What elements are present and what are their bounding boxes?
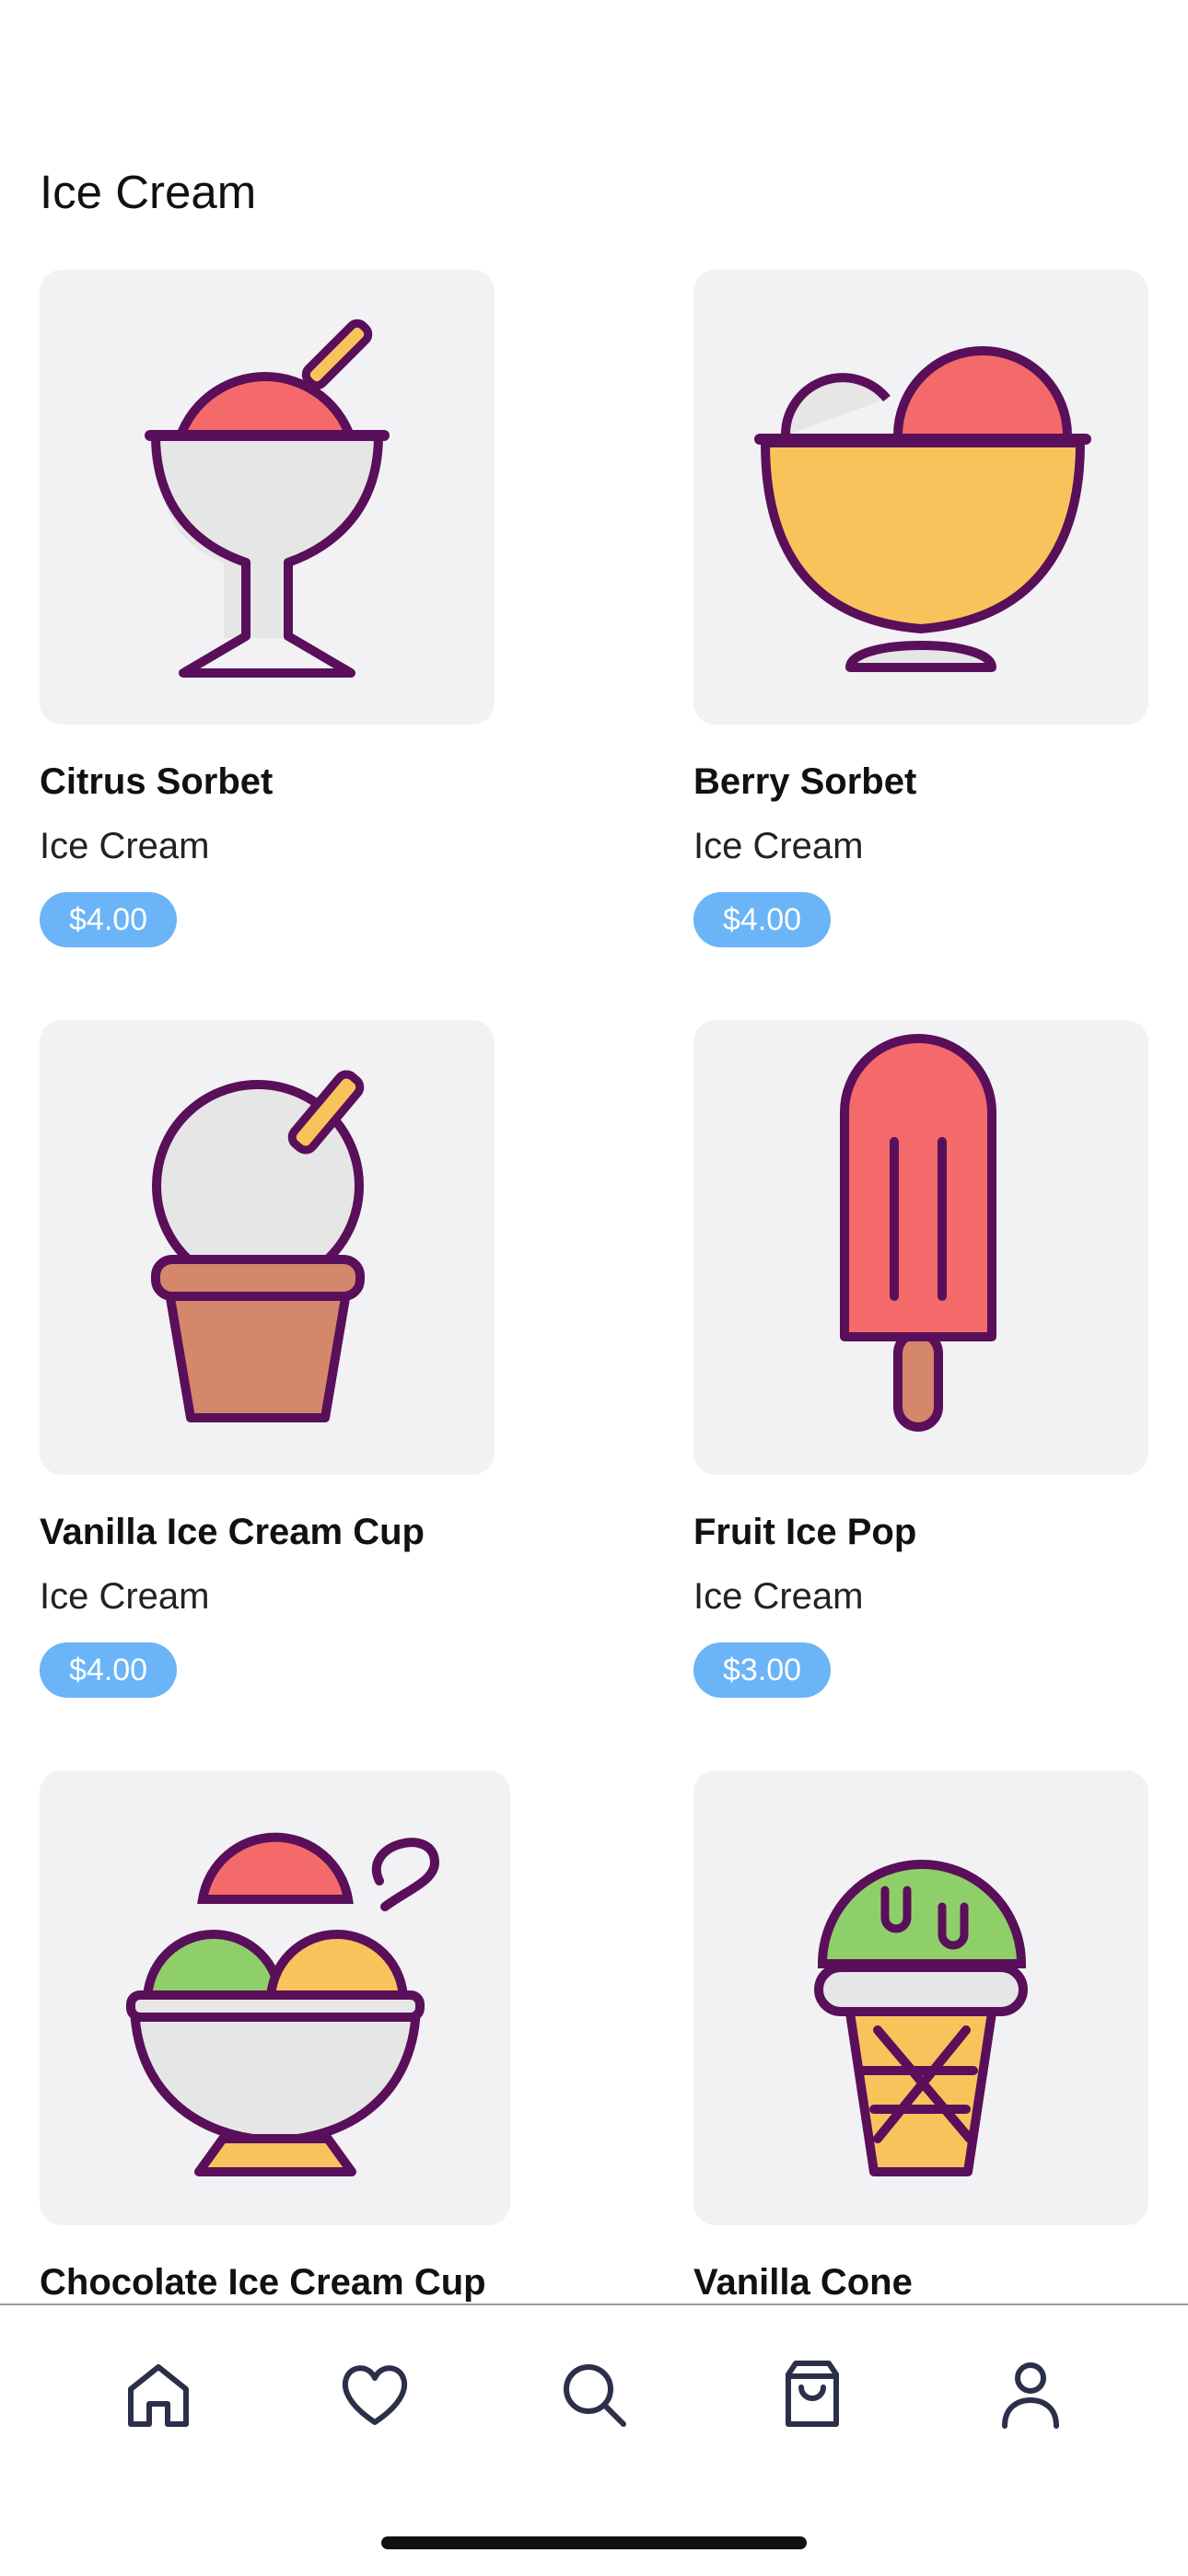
- product-category: Ice Cream: [40, 826, 210, 866]
- product-image[interactable]: [693, 1770, 1148, 2225]
- home-icon: [128, 2364, 189, 2427]
- sorbet-glass-icon: [145, 319, 390, 678]
- tab-favorites[interactable]: [333, 2353, 416, 2436]
- product-category: Ice Cream: [693, 826, 864, 866]
- ice-cream-bowl-icon: [125, 1832, 439, 2176]
- product-image[interactable]: [40, 270, 495, 725]
- product-category: Ice Cream: [693, 1576, 864, 1617]
- product-name: Fruit Ice Pop: [693, 1512, 917, 1552]
- product-name: Citrus Sorbet: [40, 761, 274, 802]
- product-name: Berry Sorbet: [693, 761, 917, 802]
- ice-pop-icon: [840, 1034, 996, 1432]
- tab-profile[interactable]: [989, 2353, 1072, 2436]
- product-card-vanilla-cone[interactable]: Vanilla Cone: [693, 1770, 1148, 2302]
- tab-home[interactable]: [117, 2353, 200, 2436]
- product-name: Chocolate Ice Cream Cup: [40, 2262, 486, 2302]
- ice-cream-cup-icon: [151, 1070, 365, 1422]
- product-image[interactable]: [40, 1770, 510, 2225]
- heart-icon: [342, 2365, 408, 2425]
- shopping-bag-icon: [786, 2361, 839, 2427]
- sorbet-bowl-icon: [754, 346, 1091, 672]
- price-badge: $4.00: [40, 892, 178, 947]
- tab-cart[interactable]: [771, 2353, 854, 2436]
- product-name: Vanilla Cone: [693, 2262, 913, 2302]
- product-name: Vanilla Ice Cream Cup: [40, 1512, 425, 1552]
- profile-icon: [1002, 2362, 1059, 2429]
- product-image[interactable]: [693, 1020, 1148, 1475]
- ice-cream-cone-icon: [814, 1860, 1028, 2176]
- product-card-chocolate-ice-cream-cup[interactable]: Chocolate Ice Cream Cup: [40, 1770, 510, 2302]
- product-image[interactable]: [693, 270, 1148, 725]
- product-image[interactable]: [40, 1020, 495, 1475]
- product-grid: Citrus Sorbet Ice Cream $4.00 Berry Sorb…: [0, 0, 1188, 2302]
- product-card-berry-sorbet[interactable]: Berry Sorbet Ice Cream $4.00: [693, 270, 1148, 947]
- product-card-citrus-sorbet[interactable]: Citrus Sorbet Ice Cream $4.00: [40, 270, 495, 947]
- price-badge: $3.00: [693, 1642, 832, 1698]
- product-card-fruit-ice-pop[interactable]: Fruit Ice Pop Ice Cream $3.00: [693, 1020, 1148, 1698]
- home-indicator[interactable]: [381, 2536, 807, 2549]
- product-card-vanilla-ice-cream-cup[interactable]: Vanilla Ice Cream Cup Ice Cream $4.00: [40, 1020, 495, 1698]
- product-category: Ice Cream: [40, 1576, 210, 1617]
- price-badge: $4.00: [693, 892, 832, 947]
- tab-bar: [0, 2303, 1188, 2576]
- search-icon: [564, 2364, 626, 2427]
- tab-search[interactable]: [553, 2353, 635, 2436]
- price-badge: $4.00: [40, 1642, 178, 1698]
